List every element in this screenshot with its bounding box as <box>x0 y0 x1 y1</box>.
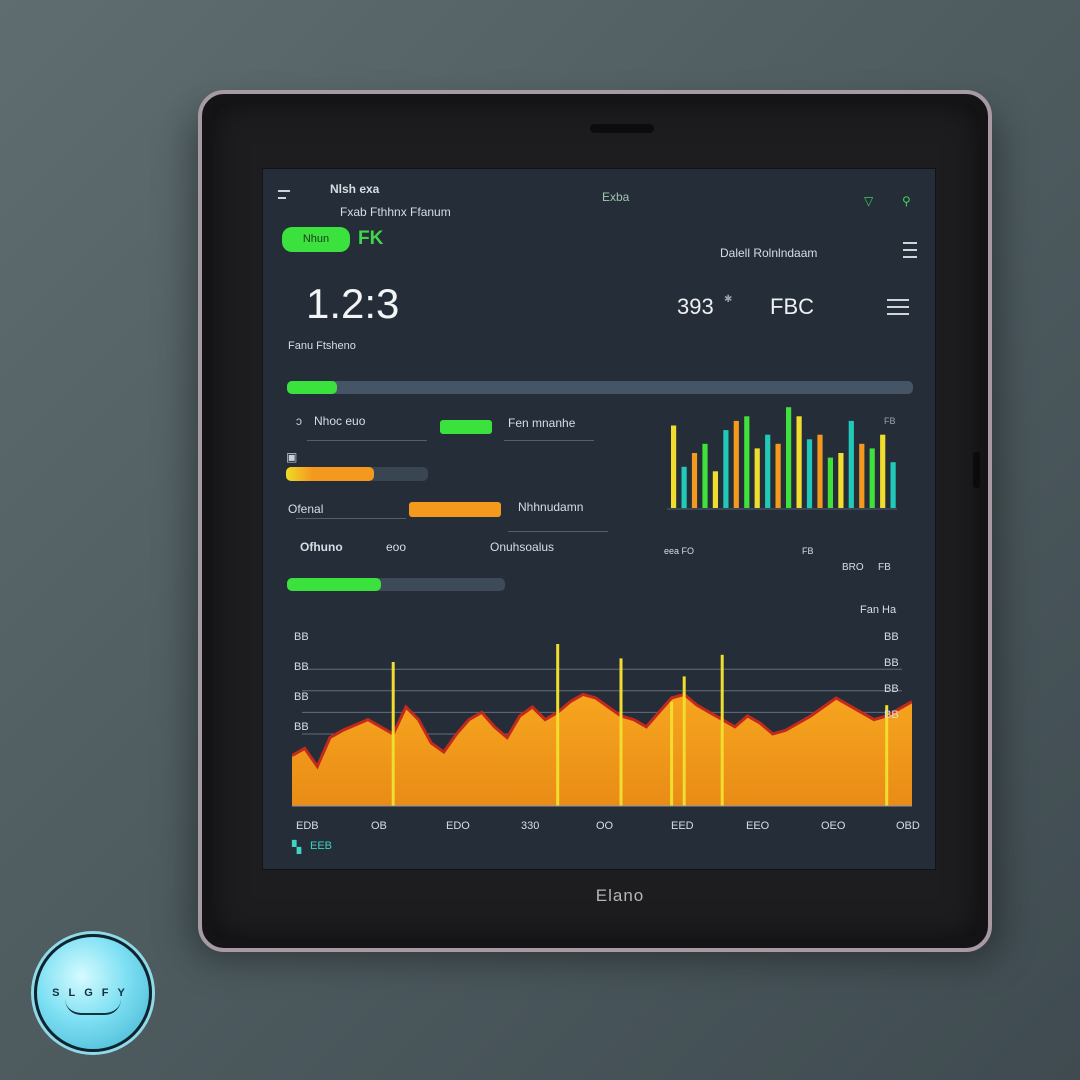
divider <box>296 518 406 519</box>
metric-foot-mid: eoo <box>386 540 407 554</box>
metric-row1-right: Fen mnanhe <box>508 416 576 430</box>
bar <box>817 434 823 508</box>
status-pill-label: Nhun <box>302 233 330 245</box>
dashboard-screen: Nlsh exa Fxab Fthhnx Ffanum Exba ▽ ⚲ Nhu… <box>262 168 936 870</box>
chart-footer: EEB <box>310 840 333 852</box>
y-tick-left: BB <box>294 691 309 703</box>
top-chart-label-c: BRO <box>842 562 864 573</box>
bar <box>712 471 718 508</box>
y-tick-left: BB <box>294 631 309 643</box>
bar <box>880 434 886 508</box>
smile-icon <box>65 999 121 1015</box>
spike-bar <box>619 658 623 806</box>
progress-a-fill <box>286 467 375 481</box>
app-subtitle: Fxab Fthhnx Ffanum <box>340 205 451 219</box>
stat-value-b: FBC <box>770 294 814 319</box>
top-chart-corner: FB <box>884 416 896 426</box>
bar <box>827 457 833 508</box>
x-tick: OBD <box>896 820 920 832</box>
progress-a-track <box>286 467 428 481</box>
arrow-icon: ✱ <box>724 294 733 305</box>
bar <box>848 420 854 508</box>
metric-row2-left: Ofenal <box>288 502 324 516</box>
progress-b-track <box>287 578 505 591</box>
bar <box>702 443 708 508</box>
top-chart-label-d: FB <box>878 562 891 573</box>
main-progress-fill <box>287 381 338 394</box>
x-tick: EDB <box>296 820 319 832</box>
tag-icon: ▣ <box>286 450 298 464</box>
app-title: Nlsh exa <box>330 182 380 196</box>
main-area-chart <box>292 644 912 807</box>
x-tick: OO <box>596 820 614 832</box>
metric-foot-left: Ofhuno <box>300 540 343 554</box>
header-center-label: Exba <box>602 190 630 204</box>
watermark-text: SLGFY <box>52 987 134 999</box>
divider <box>504 440 594 441</box>
x-tick: EDO <box>446 820 470 832</box>
status-pill[interactable]: Nhun <box>282 227 350 252</box>
bar <box>869 448 875 508</box>
y-tick-right: BB <box>884 709 899 721</box>
watermark-logo: SLGFY <box>34 934 152 1052</box>
bar <box>765 434 771 508</box>
bar <box>754 448 760 508</box>
device-speaker <box>590 124 654 133</box>
bar <box>796 416 802 508</box>
bar <box>806 439 813 509</box>
y-tick-right: BB <box>884 631 899 643</box>
settings-icon[interactable]: ⚲ <box>902 194 911 208</box>
device-brand: Elano <box>595 886 645 905</box>
bar <box>786 407 792 508</box>
spike-bar <box>391 662 395 806</box>
divider <box>307 440 427 441</box>
menu-icon[interactable] <box>903 242 917 263</box>
bar <box>733 420 739 508</box>
bar <box>890 462 896 508</box>
list-icon[interactable] <box>887 299 909 320</box>
bar <box>775 443 781 508</box>
metric-foot-right: Onuhsoalus <box>490 540 555 554</box>
x-tick: 330 <box>521 820 540 832</box>
section-title: Dalell Rolnlndaam <box>720 246 818 260</box>
spike-bar <box>556 644 560 806</box>
footer-icon: ▚ <box>292 840 302 854</box>
spike-bar <box>670 701 674 806</box>
bar <box>671 425 677 508</box>
y-tick-left: BB <box>294 661 309 673</box>
status-suffix: FK <box>358 228 384 249</box>
x-tick: OEO <box>821 820 846 832</box>
swirl-icon: ↄ <box>296 414 302 428</box>
stat-value-a: 393 <box>677 294 714 319</box>
metric-row2-right: Nhhnudamn <box>518 500 584 514</box>
x-tick: EED <box>671 820 694 832</box>
bar <box>691 453 698 508</box>
metric-row1-left: Nhoc euo <box>314 414 366 428</box>
shield-icon[interactable]: ▽ <box>864 194 873 208</box>
bar <box>838 453 844 508</box>
x-tick: EEO <box>746 820 770 832</box>
spike-bar <box>720 654 724 806</box>
spike-bar <box>682 676 686 806</box>
progress-b-fill <box>287 578 381 591</box>
divider <box>508 531 608 532</box>
bar <box>723 430 729 508</box>
metric-row1-bar <box>440 420 492 434</box>
top-chart-label-a: eea FO <box>664 546 695 556</box>
y-tick-right: BB <box>884 683 899 695</box>
x-tick: OB <box>371 820 387 832</box>
main-stat-value: 1.2:3 <box>306 280 400 327</box>
y-tick-left: BB <box>294 721 309 733</box>
bar <box>744 416 750 508</box>
metric-row2-bar <box>409 502 501 517</box>
back-icon[interactable] <box>278 190 290 204</box>
y-tick-right: BB <box>884 657 899 669</box>
bar <box>681 466 687 509</box>
main-stat-caption: Fanu Ftsheno <box>288 340 356 352</box>
top-bar-chart <box>667 407 897 510</box>
main-chart-top-label: Fan Ha <box>860 604 897 616</box>
device-side-button[interactable] <box>973 452 980 488</box>
bar <box>859 443 865 508</box>
top-chart-label-b: FB <box>802 546 814 556</box>
